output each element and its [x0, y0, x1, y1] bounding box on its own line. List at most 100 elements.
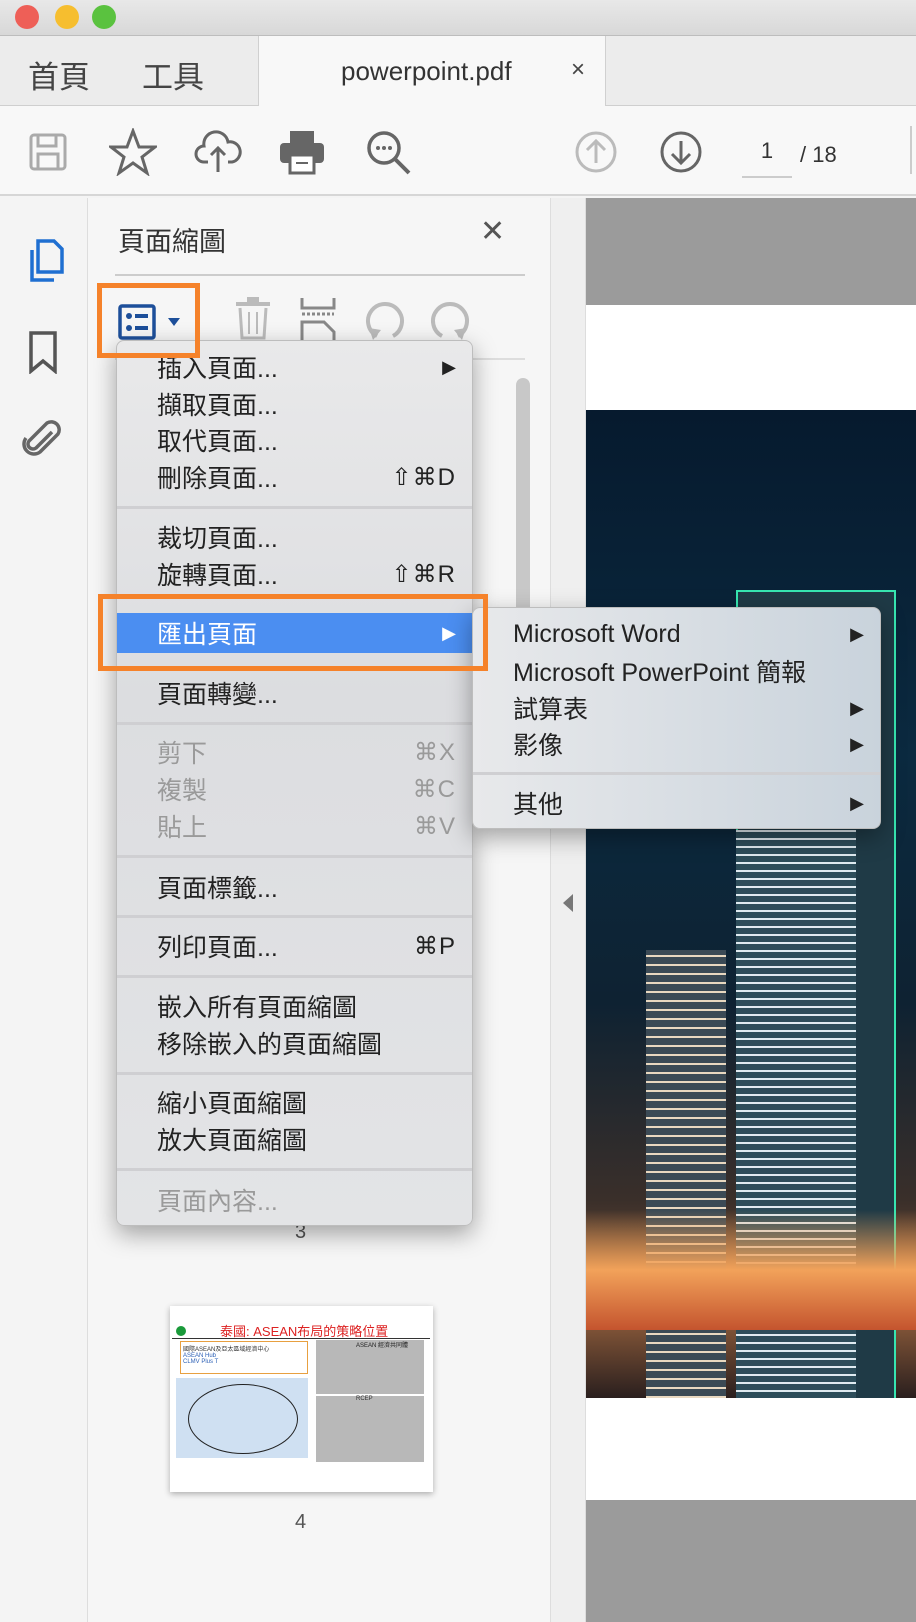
panel-splitter[interactable]: [550, 198, 586, 1622]
menu-label: 列印頁面...: [157, 934, 278, 962]
page-number-input[interactable]: 1: [742, 138, 792, 178]
menu-label: 複製: [157, 777, 208, 805]
menu-item-copy[interactable]: 複製 ⌘C: [157, 771, 456, 807]
minimize-window-button[interactable]: [55, 5, 79, 29]
page-thumbnails-icon[interactable]: [24, 238, 66, 289]
highlight-box-export: [98, 594, 488, 671]
menu-item-enlarge-thumbnails[interactable]: 放大頁面縮圖: [157, 1121, 456, 1157]
submenu-item-image[interactable]: 影像 ▶: [513, 726, 864, 762]
menu-label: 貼上: [157, 814, 208, 842]
print-icon[interactable]: [278, 128, 326, 176]
shortcut: ⌘P: [413, 932, 456, 960]
close-panel-icon[interactable]: ✕: [480, 214, 505, 249]
upload-cloud-icon[interactable]: [194, 128, 242, 176]
tab-home[interactable]: 首頁: [28, 52, 90, 97]
menu-item-delete-pages[interactable]: 刪除頁面... ⇧⌘D: [157, 459, 456, 495]
cover-photo: [586, 410, 916, 1398]
submenu-arrow-icon: ▶: [442, 356, 456, 377]
menu-label: Microsoft Word: [513, 619, 681, 648]
attachments-icon[interactable]: [22, 418, 64, 465]
shortcut: ⇧⌘R: [391, 560, 456, 588]
page-number-label: 4: [295, 1511, 307, 1533]
slide-rule: [172, 1338, 430, 1339]
slide-box-title: 國際ASEAN及亞太區域經濟中心: [183, 1347, 270, 1353]
menu-separator: [117, 975, 472, 978]
tab-document[interactable]: powerpoint.pdf ×: [258, 36, 606, 106]
collapse-arrow-icon[interactable]: [563, 894, 573, 912]
previous-page-icon[interactable]: [572, 128, 620, 176]
search-more-icon[interactable]: [364, 128, 412, 176]
menu-item-print-pages[interactable]: 列印頁面... ⌘P: [157, 928, 456, 964]
submenu-arrow-icon: ▶: [850, 697, 864, 718]
panel-title: 頁面縮圖: [118, 227, 226, 257]
slide-map: [176, 1378, 308, 1458]
menu-label: 影像: [513, 732, 564, 760]
tab-tools[interactable]: 工具: [142, 52, 204, 97]
menu-label: 試算表: [513, 696, 589, 724]
next-page-icon[interactable]: [657, 128, 705, 176]
slide-badge: [176, 1326, 186, 1336]
toolbar-divider: [910, 126, 912, 174]
menu-item-cut[interactable]: 剪下 ⌘X: [157, 734, 456, 770]
light-trails: [586, 1210, 916, 1330]
menu-item-paste[interactable]: 貼上 ⌘V: [157, 808, 456, 844]
insert-page-icon[interactable]: [300, 296, 336, 345]
menu-label: 頁面轉變...: [157, 681, 278, 709]
menu-label: 頁面標籤...: [157, 875, 278, 903]
submenu-arrow-icon: ▶: [850, 623, 864, 644]
menu-item-page-labels[interactable]: 頁面標籤...: [157, 869, 456, 905]
menu-item-insert-pages[interactable]: 插入頁面... ▶: [157, 349, 456, 385]
menu-label: 旋轉頁面...: [157, 562, 278, 590]
close-window-button[interactable]: [15, 5, 39, 29]
slide-bullet: CLMV Plus T: [183, 1359, 219, 1365]
bookmark-star-icon[interactable]: [109, 128, 157, 176]
submenu-item-powerpoint[interactable]: Microsoft PowerPoint 簡報: [513, 653, 864, 689]
menu-separator: [473, 772, 880, 775]
menu-label: Microsoft PowerPoint 簡報: [513, 659, 807, 687]
export-submenu: Microsoft Word ▶ Microsoft PowerPoint 簡報 …: [472, 607, 881, 829]
document-view: [586, 198, 916, 1622]
menu-item-rotate-pages[interactable]: 旋轉頁面... ⇧⌘R: [157, 556, 456, 592]
bookmarks-icon[interactable]: [28, 330, 58, 379]
menu-label: 縮小頁面縮圖: [157, 1090, 308, 1118]
document-tab-title: powerpoint.pdf: [341, 56, 512, 86]
page-thumbnail-4[interactable]: 泰國: ASEAN布局的策略位置 國際ASEAN及亞太區域經濟中心 ASEAN H…: [170, 1306, 433, 1492]
menu-separator: [117, 1072, 472, 1075]
save-icon[interactable]: [24, 128, 72, 176]
shortcut: ⇧⌘D: [391, 463, 456, 491]
menu-label: 取代頁面...: [157, 428, 278, 456]
menu-item-replace-pages[interactable]: 取代頁面...: [157, 422, 456, 458]
slide-panel-asean: ASEAN 經濟共同體: [316, 1340, 424, 1394]
shortcut: ⌘C: [412, 775, 456, 803]
menu-item-reduce-thumbnails[interactable]: 縮小頁面縮圖: [157, 1084, 456, 1120]
menu-item-crop-pages[interactable]: 裁切頁面...: [157, 519, 456, 555]
zoom-window-button[interactable]: [92, 5, 116, 29]
close-tab-icon[interactable]: ×: [571, 56, 585, 84]
menu-item-remove-embedded-thumbnails[interactable]: 移除嵌入的頁面縮圖: [157, 1025, 456, 1061]
highlight-box-options: [97, 283, 200, 358]
page-options-menu: 插入頁面... ▶ 擷取頁面... 取代頁面... 刪除頁面... ⇧⌘D 裁切頁面…: [116, 340, 473, 1226]
menu-separator: [117, 855, 472, 858]
submenu-item-other[interactable]: 其他 ▶: [513, 785, 864, 821]
menu-separator: [117, 1168, 472, 1171]
panel-divider: [115, 274, 525, 276]
shortcut: ⌘V: [413, 812, 456, 840]
menu-item-page-transitions[interactable]: 頁面轉變...: [157, 675, 456, 711]
building: [646, 950, 726, 1398]
submenu-item-word[interactable]: Microsoft Word ▶: [513, 616, 864, 652]
delete-page-icon[interactable]: [233, 296, 273, 345]
submenu-arrow-icon: ▶: [850, 792, 864, 813]
menu-separator: [117, 506, 472, 509]
submenu-item-spreadsheet[interactable]: 試算表 ▶: [513, 690, 864, 726]
menu-label: 移除嵌入的頁面縮圖: [157, 1031, 383, 1059]
menu-separator: [117, 722, 472, 725]
menu-item-extract-pages[interactable]: 擷取頁面...: [157, 386, 456, 422]
menu-item-page-properties[interactable]: 頁面內容...: [157, 1182, 456, 1218]
menu-item-embed-thumbnails[interactable]: 嵌入所有頁面縮圖: [157, 988, 456, 1024]
menu-label: 剪下: [157, 740, 208, 768]
slide-panel-rcep: RCEP: [316, 1396, 424, 1462]
slide-box: 國際ASEAN及亞太區域經濟中心 ASEAN Hub CLMV Plus T: [180, 1341, 308, 1374]
left-rail: [0, 198, 88, 1622]
toolbar: 1 / 18: [0, 106, 916, 196]
slide-panel-title: ASEAN 經濟共同體: [356, 1343, 409, 1349]
